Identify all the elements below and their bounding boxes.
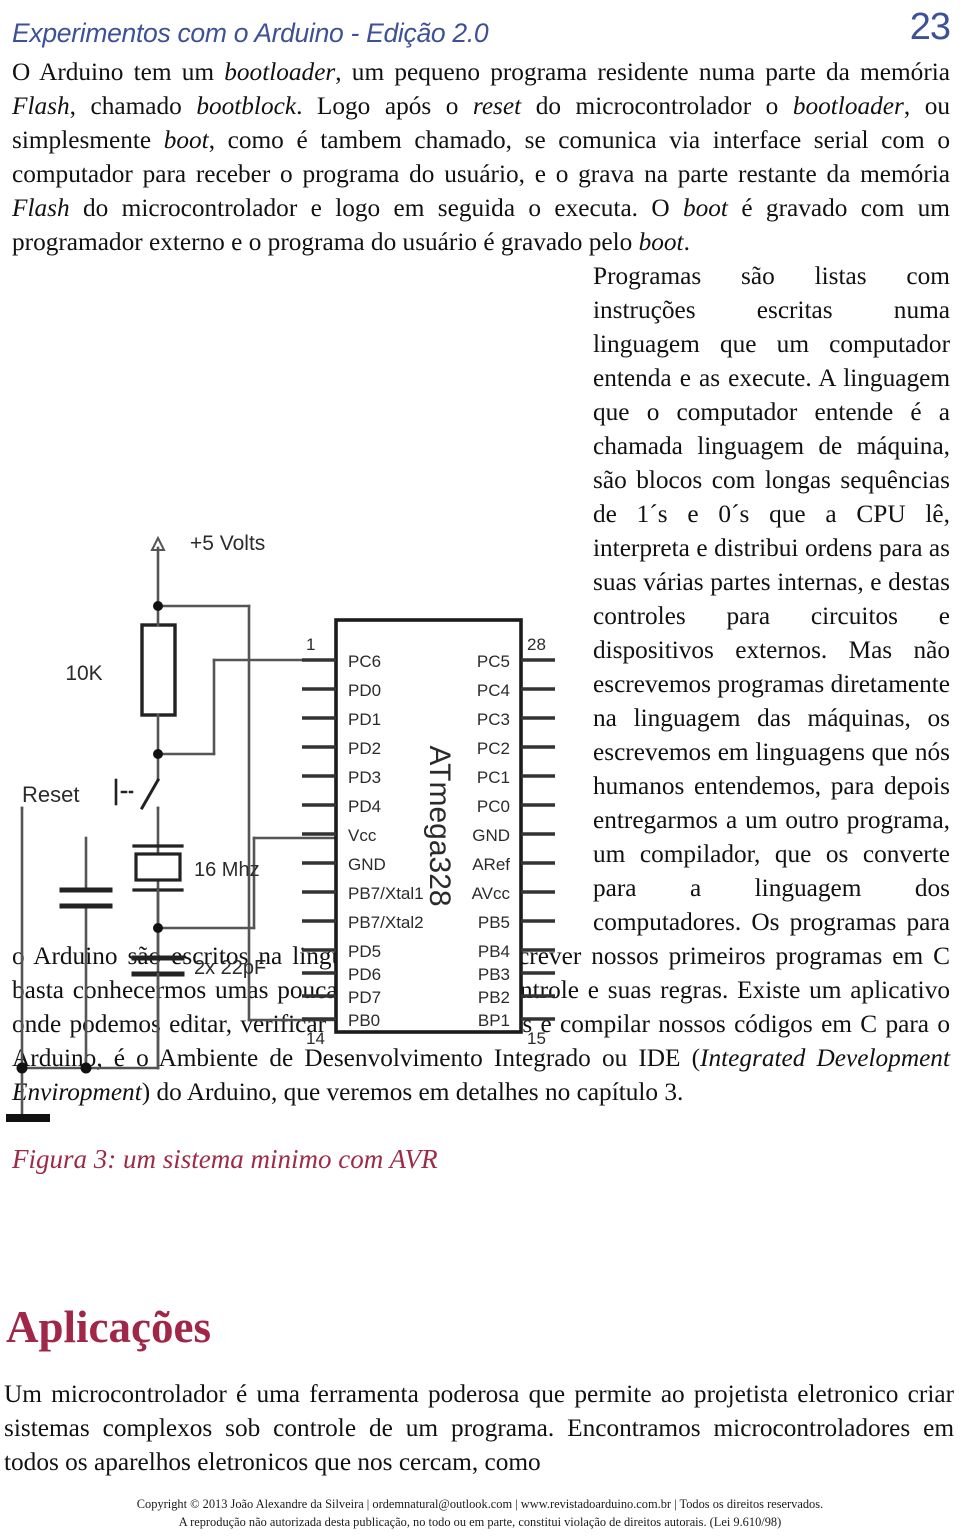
pin-label: PD2 <box>348 739 381 758</box>
page-footer: Copyright © 2013 João Alexandre da Silve… <box>0 1495 960 1532</box>
pin-label: PB5 <box>478 913 510 932</box>
page-number: 23 <box>909 6 951 48</box>
emphasis-bootblock: bootblock <box>196 92 297 121</box>
pin-label: PB0 <box>348 1011 380 1030</box>
pin-label: PC5 <box>477 652 510 671</box>
page-header: Experimentos com o Arduino - Edição 2.0 … <box>8 0 952 46</box>
text-run: . <box>683 228 690 257</box>
footer-legal-line: A reprodução não autorizada desta public… <box>178 1515 782 1530</box>
crystal-value-label: 16 Mhz <box>194 859 260 881</box>
book-title: Experimentos com o Arduino - Edição 2.0 <box>12 17 489 48</box>
text-run: O Arduino tem um <box>12 58 225 86</box>
pin-label: PB4 <box>478 942 510 961</box>
pin-label: PB2 <box>478 988 510 1007</box>
emphasis-bootloader-2: bootloader <box>792 92 904 121</box>
pin-label: PC6 <box>348 652 381 671</box>
pin-number-1: 1 <box>306 635 315 654</box>
pin-number-14: 14 <box>306 1029 325 1048</box>
pin-label: PD6 <box>348 965 381 984</box>
emphasis-reset: reset <box>472 92 522 121</box>
pin-label: Vcc <box>348 826 377 845</box>
section-heading-aplicacoes: Aplicações <box>6 1302 211 1353</box>
reset-switch-label: Reset <box>22 782 79 807</box>
chip-name-label: ATmega328 <box>423 745 456 906</box>
paragraph-aplicacoes: Um microcontrolador é uma ferramenta pod… <box>4 1380 954 1477</box>
pin-number-28: 28 <box>527 635 546 654</box>
left-pin-stubs <box>302 658 336 1021</box>
pin-label: PC0 <box>477 797 510 816</box>
pin-number-15: 15 <box>527 1029 546 1048</box>
pin-label: PD7 <box>348 988 381 1007</box>
pin-label: PC2 <box>477 739 510 758</box>
pin-label: GND <box>348 855 386 874</box>
pin-label: PD0 <box>348 681 381 700</box>
pin-label: BP1 <box>478 1011 510 1030</box>
text-run: do microcontrolador e logo em seguida o … <box>69 194 683 223</box>
pin-label: PC4 <box>477 681 510 700</box>
capacitor-value-label: 2x 22pF <box>194 957 266 979</box>
emphasis-flash: Flash <box>12 92 70 121</box>
pin-label: PD5 <box>348 942 381 961</box>
pin-label: AVcc <box>472 884 511 903</box>
text-run: , um pequeno programa residente numa par… <box>335 58 950 86</box>
text-run: do microcontrolador o <box>521 92 793 121</box>
pin-label: PD4 <box>348 797 381 816</box>
avr-minimal-system-schematic: PC6 PD0 PD1 PD2 PD3 PD4 Vcc GND PB7/Xtal… <box>6 532 555 1122</box>
emphasis-bootloader: bootloader <box>224 58 336 86</box>
figure-3: PC6 PD0 PD1 PD2 PD3 PD4 Vcc GND PB7/Xtal… <box>6 508 586 1198</box>
pin-label: PC3 <box>477 710 510 729</box>
text-run: , chamado <box>69 92 197 121</box>
emphasis-boot-2: boot <box>682 194 728 223</box>
resistor-value-label: 10K <box>65 662 102 685</box>
document-page: Experimentos com o Arduino - Edição 2.0 … <box>0 0 960 1540</box>
supply-label: +5 Volts <box>190 532 265 555</box>
pin-label: PC1 <box>477 768 510 787</box>
pin-label: PB7/Xtal1 <box>348 884 424 903</box>
figure-caption: Figura 3: um sistema minimo com AVR <box>12 1144 438 1174</box>
pin-label: PD1 <box>348 710 381 729</box>
pin-label: PD3 <box>348 768 381 787</box>
paragraph-bootloader: O Arduino tem um bootloader, um pequeno … <box>8 55 952 259</box>
text-run: . Logo após o <box>296 92 473 121</box>
pin-label: PB3 <box>478 965 510 984</box>
emphasis-boot-3: boot <box>638 228 684 257</box>
pin-label: PB7/Xtal2 <box>348 913 424 932</box>
emphasis-boot: boot <box>163 126 209 155</box>
pin-label: ARef <box>472 855 510 874</box>
right-pin-stubs <box>521 658 555 1021</box>
pin-label: GND <box>472 826 510 845</box>
emphasis-flash-2: Flash <box>12 194 70 223</box>
footer-copyright-line: Copyright © 2013 João Alexandre da Silve… <box>136 1496 824 1511</box>
